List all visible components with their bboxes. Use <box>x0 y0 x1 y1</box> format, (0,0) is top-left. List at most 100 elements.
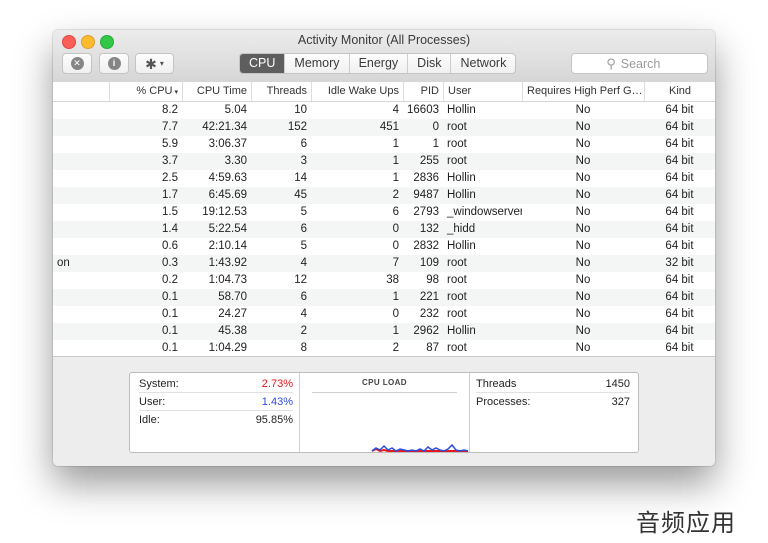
cell-user: Hollin <box>447 189 476 201</box>
column-header-threads[interactable]: Threads <box>251 82 311 101</box>
cell-user: root <box>447 291 467 303</box>
search-input[interactable] <box>620 56 673 71</box>
cell-threads: 6 <box>300 223 307 235</box>
chevron-down-icon: ▾ <box>174 89 178 96</box>
cell-high-perf: No <box>575 172 591 184</box>
cell-kind: 64 bit <box>665 325 694 337</box>
cell-high-perf: No <box>575 189 591 201</box>
cell-cpu: 0.3 <box>162 257 178 269</box>
cell-cpu: 0.6 <box>162 240 178 252</box>
column-header-kind[interactable]: Kind <box>644 82 715 101</box>
tab-energy[interactable]: Energy <box>348 54 408 73</box>
table-header: % CPU ▾ CPU Time Threads Idle Wake Ups PI… <box>53 82 715 102</box>
cell-cpu: 0.1 <box>162 291 178 303</box>
table-row[interactable]: 2.5 4:59.63 14 1 2836 Hollin No 64 bit <box>53 170 715 187</box>
cell-user: _windowserver <box>447 206 522 218</box>
cell-cpu: 3.7 <box>162 155 178 167</box>
stop-process-button[interactable]: ✕ <box>62 53 92 74</box>
cell-user: Hollin <box>447 325 476 337</box>
process-name <box>53 170 109 187</box>
cell-cpu: 2.5 <box>162 172 178 184</box>
table-row[interactable]: 8.2 5.04 10 4 16603 Hollin No 64 bit <box>53 102 715 119</box>
column-header-high-perf[interactable]: Requires High Perf G… <box>522 82 644 101</box>
cell-high-perf: No <box>575 240 591 252</box>
table-row[interactable]: 0.1 1:04.29 8 2 87 root No 64 bit <box>53 340 715 357</box>
cell-cpu: 1.5 <box>162 206 178 218</box>
cell-high-perf: No <box>575 274 591 286</box>
table-row[interactable]: 5.9 3:06.37 6 1 1 root No 64 bit <box>53 136 715 153</box>
inspect-process-button[interactable]: i <box>99 53 129 74</box>
info-icon: i <box>107 57 121 70</box>
cell-user: root <box>447 121 467 133</box>
tab-cpu[interactable]: CPU <box>240 54 285 73</box>
process-name <box>53 153 109 170</box>
cell-user: root <box>447 155 467 167</box>
cell-idle-wake-ups: 2 <box>392 342 399 354</box>
cell-cpu-time: 42:21.34 <box>202 121 247 133</box>
column-header-idle-wake-ups[interactable]: Idle Wake Ups <box>311 82 403 101</box>
cell-pid: 0 <box>432 121 439 133</box>
cell-threads: 4 <box>300 257 307 269</box>
table-row[interactable]: 0.1 58.70 6 1 221 root No 64 bit <box>53 289 715 306</box>
cell-user: root <box>447 308 467 320</box>
cell-kind: 64 bit <box>665 274 694 286</box>
table-row[interactable]: on 0.3 1:43.92 4 7 109 root No 32 bit <box>53 255 715 272</box>
cpu-summary-area: System: 2.73% User: 1.43% Idle: 95.85% C… <box>53 356 715 466</box>
column-header-cpu[interactable]: % CPU ▾ <box>109 82 182 101</box>
cell-user: root <box>447 257 467 269</box>
cell-pid: 9487 <box>413 189 439 201</box>
column-header-cpu-time[interactable]: CPU Time <box>182 82 251 101</box>
table-row[interactable]: 1.7 6:45.69 45 2 9487 Hollin No 64 bit <box>53 187 715 204</box>
process-name <box>53 238 109 255</box>
cell-pid: 98 <box>426 274 439 286</box>
table-row[interactable]: 1.4 5:22.54 6 0 132 _hidd No 64 bit <box>53 221 715 238</box>
tab-memory[interactable]: Memory <box>284 54 348 73</box>
cell-idle-wake-ups: 2 <box>392 189 399 201</box>
cell-cpu: 0.1 <box>162 308 178 320</box>
cell-idle-wake-ups: 7 <box>392 257 399 269</box>
cell-idle-wake-ups: 1 <box>392 172 399 184</box>
cell-cpu-time: 1:04.29 <box>208 342 247 354</box>
cell-cpu-time: 3:06.37 <box>208 138 247 150</box>
table-row[interactable]: 1.5 19:12.53 5 6 2793 _windowserver No 6… <box>53 204 715 221</box>
process-name <box>53 102 109 119</box>
cell-high-perf: No <box>575 223 591 235</box>
process-name <box>53 119 109 136</box>
table-row[interactable]: 3.7 3.30 3 1 255 root No 64 bit <box>53 153 715 170</box>
cell-kind: 64 bit <box>665 121 694 133</box>
cell-idle-wake-ups: 451 <box>379 121 399 133</box>
tab-disk[interactable]: Disk <box>407 54 450 73</box>
cell-cpu-time: 1:04.73 <box>208 274 247 286</box>
stat-processes: Processes: 327 <box>476 393 630 411</box>
search-field[interactable]: ⚲ <box>571 53 708 74</box>
process-name <box>53 323 109 340</box>
cell-pid: 255 <box>419 155 439 167</box>
cell-pid: 2793 <box>413 206 439 218</box>
table-row[interactable]: 7.7 42:21.34 152 451 0 root No 64 bit <box>53 119 715 136</box>
table-row[interactable]: 0.6 2:10.14 5 0 2832 Hollin No 64 bit <box>53 238 715 255</box>
cell-high-perf: No <box>575 155 591 167</box>
cell-kind: 64 bit <box>665 291 694 303</box>
cell-pid: 221 <box>419 291 439 303</box>
actions-menu-button[interactable]: ✱ ▾ <box>135 53 174 74</box>
cell-kind: 32 bit <box>665 257 694 269</box>
table-row[interactable]: 0.1 24.27 4 0 232 root No 64 bit <box>53 306 715 323</box>
cell-cpu-time: 5.04 <box>224 104 247 116</box>
user-value: 1.43% <box>261 396 293 408</box>
cell-high-perf: No <box>575 121 591 133</box>
column-header-user[interactable]: User <box>443 82 522 101</box>
column-header-pid[interactable]: PID <box>403 82 443 101</box>
table-row[interactable]: 0.2 1:04.73 12 38 98 root No 64 bit <box>53 272 715 289</box>
cell-high-perf: No <box>575 291 591 303</box>
cpu-usage-stats: System: 2.73% User: 1.43% Idle: 95.85% <box>130 373 300 452</box>
cell-cpu-time: 3.30 <box>224 155 247 167</box>
cell-cpu: 8.2 <box>162 104 178 116</box>
tab-network[interactable]: Network <box>450 54 515 73</box>
cell-idle-wake-ups: 1 <box>392 325 399 337</box>
cell-kind: 64 bit <box>665 206 694 218</box>
table-row[interactable]: 0.1 45.38 2 1 2962 Hollin No 64 bit <box>53 323 715 340</box>
cell-user: Hollin <box>447 172 476 184</box>
process-name <box>53 289 109 306</box>
chevron-down-icon: ▾ <box>159 59 164 68</box>
cell-cpu: 0.2 <box>162 274 178 286</box>
